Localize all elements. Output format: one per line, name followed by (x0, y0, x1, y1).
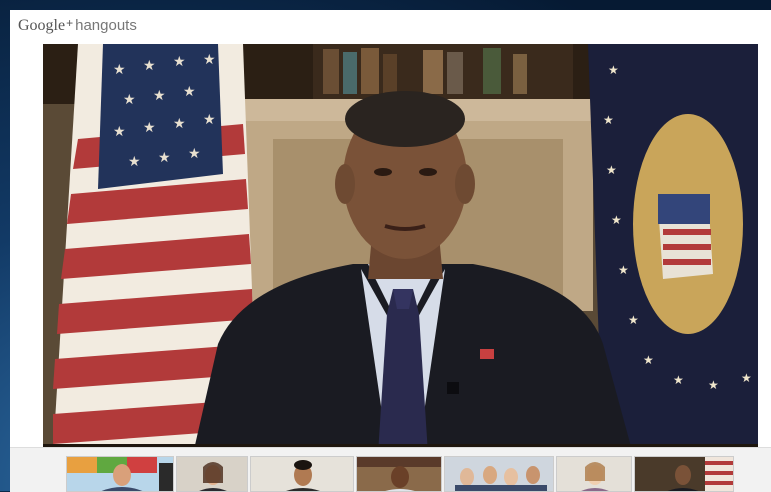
participant-video-1 (67, 457, 173, 491)
svg-text:★: ★ (741, 371, 752, 385)
hangout-window: Google + hangouts ★ ★ ★ ★ ★ ★ ★ ★ ★ ★ ★ … (10, 10, 771, 492)
participant-thumb-7[interactable] (634, 456, 734, 492)
participant-video-3 (251, 457, 353, 491)
main-video[interactable]: ★ ★ ★ ★ ★ ★ ★ ★ ★ ★ ★ ★ ★ ★ ★ ★ ★ ★ ★ ★ ★ ★ ★ ★ (43, 44, 758, 454)
svg-text:★: ★ (143, 58, 156, 74)
svg-text:★: ★ (628, 313, 639, 327)
participant-thumb-1[interactable] (66, 456, 174, 492)
svg-text:★: ★ (183, 84, 196, 100)
svg-text:★: ★ (158, 150, 171, 166)
svg-text:★: ★ (188, 146, 201, 162)
svg-text:★: ★ (113, 62, 126, 78)
participant-video-6 (557, 457, 631, 491)
participant-thumb-4[interactable] (356, 456, 442, 492)
participant-thumb-5[interactable] (444, 456, 554, 492)
participant-filmstrip (10, 447, 771, 492)
svg-text:★: ★ (143, 120, 156, 136)
svg-text:★: ★ (203, 112, 216, 128)
brand-google: Google (18, 17, 66, 34)
svg-text:★: ★ (123, 92, 136, 108)
svg-text:★: ★ (673, 373, 684, 387)
svg-text:★: ★ (643, 353, 654, 367)
svg-text:★: ★ (618, 263, 629, 277)
svg-text:★: ★ (173, 54, 186, 70)
brand-plus: + (66, 16, 74, 30)
main-video-frame: ★ ★ ★ ★ ★ ★ ★ ★ ★ ★ ★ ★ ★ ★ ★★★ ★★★ ★★ ★ ★ (43, 44, 758, 454)
participant-video-5 (445, 457, 553, 491)
svg-text:★: ★ (608, 63, 619, 77)
participant-thumb-3[interactable] (250, 456, 354, 492)
brand-product: hangouts (75, 17, 137, 34)
participant-thumb-6[interactable] (556, 456, 632, 492)
participant-video-2 (177, 457, 247, 491)
svg-text:★: ★ (203, 52, 216, 68)
app-header: Google + hangouts (18, 16, 137, 41)
svg-text:★: ★ (611, 213, 622, 227)
svg-text:★: ★ (153, 88, 166, 104)
svg-text:★: ★ (708, 378, 719, 392)
participant-video-7 (635, 457, 733, 491)
participant-video-4 (357, 457, 441, 491)
svg-text:★: ★ (173, 116, 186, 132)
svg-text:★: ★ (128, 154, 141, 170)
svg-text:★: ★ (113, 124, 126, 140)
participant-thumb-2[interactable] (176, 456, 248, 492)
svg-text:★: ★ (603, 113, 614, 127)
svg-text:★: ★ (606, 163, 617, 177)
